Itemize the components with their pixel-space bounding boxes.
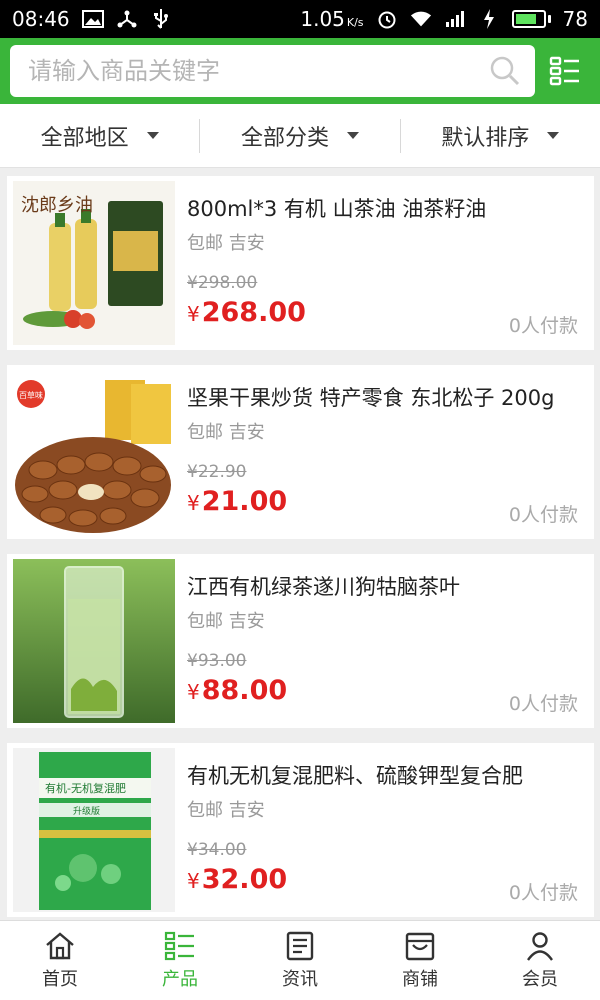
charging-icon xyxy=(478,8,500,30)
nav-shops[interactable]: 商铺 xyxy=(360,921,480,1000)
status-time: 08:46 xyxy=(12,7,70,31)
product-original-price: ¥22.90 xyxy=(187,462,247,482)
svg-text:升级版: 升级版 xyxy=(73,805,100,817)
product-title[interactable]: 有机无机复混肥料、硫酸钾型复合肥 xyxy=(187,760,588,790)
alarm-icon xyxy=(376,8,398,30)
product-info: 坚果干果炒货 特产零食 东北松子 200g 包邮 吉安 ¥22.90 ¥21.0… xyxy=(175,370,588,534)
wifi-icon xyxy=(410,8,432,30)
status-bar: 08:46 1.05 K/s 78 xyxy=(0,0,600,38)
product-info: 有机无机复混肥料、硫酸钾型复合肥 包邮 吉安 ¥34.00 ¥32.00 0人付… xyxy=(175,748,588,912)
product-price: ¥88.00 xyxy=(187,675,288,706)
product-image[interactable]: 百草味 xyxy=(13,370,175,534)
product-price: ¥32.00 xyxy=(187,864,288,895)
product-sold-count: 0人付款 xyxy=(508,315,578,337)
svg-text:沈郎乡油: 沈郎乡油 xyxy=(21,195,93,216)
svg-text:有机-无机复混肥: 有机-无机复混肥 xyxy=(45,781,126,795)
nav-shops-label: 商铺 xyxy=(402,968,438,990)
category-menu-button[interactable] xyxy=(541,45,589,97)
product-title[interactable]: 江西有机绿茶遂川狗牯脑茶叶 xyxy=(187,571,588,601)
search-input[interactable] xyxy=(28,45,489,97)
nav-member[interactable]: 会员 xyxy=(480,921,600,1000)
filter-category[interactable]: 全部分类 xyxy=(199,118,399,153)
share-icon xyxy=(116,8,138,30)
caret-down-icon xyxy=(146,132,159,139)
product-original-price: ¥34.00 xyxy=(187,840,247,860)
product-image[interactable]: 沈郎乡油 xyxy=(13,181,175,345)
filter-region-label: 全部地区 xyxy=(40,125,129,151)
status-right: 1.05 K/s 78 xyxy=(300,7,588,31)
product-original-price: ¥298.00 xyxy=(187,273,258,293)
product-sold-count: 0人付款 xyxy=(508,504,578,526)
product-list: 沈郎乡油 800ml*3 有机 山茶油 油茶籽油 包邮 吉安 ¥298.00 ¥… xyxy=(7,176,594,932)
product-info: 江西有机绿茶遂川狗牯脑茶叶 包邮 吉安 ¥93.00 ¥88.00 0人付款 xyxy=(175,559,588,723)
product-card[interactable]: 百草味 坚果干果炒货 特产零食 东北松子 200g 包邮 吉安 ¥22.90 ¥… xyxy=(7,365,594,539)
nav-products[interactable]: 产品 xyxy=(120,921,240,1000)
product-location: 包邮 吉安 xyxy=(187,422,265,443)
nav-news[interactable]: 资讯 xyxy=(240,921,360,1000)
filter-sort[interactable]: 默认排序 xyxy=(399,118,600,153)
product-location: 包邮 吉安 xyxy=(187,611,265,632)
nav-home-label: 首页 xyxy=(42,968,78,990)
product-sold-count: 0人付款 xyxy=(508,882,578,904)
product-price: ¥268.00 xyxy=(187,297,306,328)
product-card[interactable]: 沈郎乡油 800ml*3 有机 山茶油 油茶籽油 包邮 吉安 ¥298.00 ¥… xyxy=(7,176,594,350)
grid-list-icon xyxy=(164,931,194,960)
product-sold-count: 0人付款 xyxy=(508,693,578,715)
search-icon[interactable] xyxy=(489,55,521,87)
nav-products-label: 产品 xyxy=(162,968,198,990)
product-image[interactable] xyxy=(13,559,175,723)
product-original-price: ¥93.00 xyxy=(187,651,247,671)
svg-text:百草味: 百草味 xyxy=(19,390,43,400)
product-image[interactable]: 有机-无机复混肥 升级版 xyxy=(13,748,175,912)
product-card[interactable]: 有机-无机复混肥 升级版 有机无机复混肥料、硫酸钾型复合肥 包邮 吉安 ¥34.… xyxy=(7,743,594,917)
battery-icon xyxy=(511,10,551,28)
battery-level: 78 xyxy=(562,7,588,31)
bottom-nav: 首页 产品 资讯 商铺 会员 xyxy=(0,920,600,1000)
home-icon xyxy=(46,931,74,959)
news-icon xyxy=(286,931,314,960)
product-title[interactable]: 坚果干果炒货 特产零食 东北松子 200g xyxy=(187,382,588,412)
image-icon xyxy=(81,8,104,30)
nav-member-label: 会员 xyxy=(522,968,558,990)
shop-icon xyxy=(405,932,435,960)
nav-home[interactable]: 首页 xyxy=(0,921,120,1000)
search-box[interactable] xyxy=(10,45,535,97)
caret-down-icon xyxy=(547,132,560,139)
product-price: ¥21.00 xyxy=(187,486,288,517)
product-title[interactable]: 800ml*3 有机 山茶油 油茶籽油 xyxy=(187,193,588,223)
user-icon xyxy=(527,931,553,961)
filter-bar: 全部地区 全部分类 默认排序 xyxy=(0,104,600,168)
filter-region[interactable]: 全部地区 xyxy=(0,119,199,153)
product-location: 包邮 吉安 xyxy=(187,800,265,821)
nav-news-label: 资讯 xyxy=(282,968,318,990)
grid-list-icon xyxy=(549,56,579,86)
caret-down-icon xyxy=(347,132,359,139)
filter-category-label: 全部分类 xyxy=(240,125,329,151)
product-info: 800ml*3 有机 山茶油 油茶籽油 包邮 吉安 ¥298.00 ¥268.0… xyxy=(175,181,588,345)
product-card[interactable]: 江西有机绿茶遂川狗牯脑茶叶 包邮 吉安 ¥93.00 ¥88.00 0人付款 xyxy=(7,554,594,728)
status-left: 08:46 xyxy=(12,7,172,31)
search-header xyxy=(0,38,600,104)
signal-icon xyxy=(444,8,466,30)
usb-icon xyxy=(150,8,172,30)
product-location: 包邮 吉安 xyxy=(187,233,265,254)
filter-sort-label: 默认排序 xyxy=(441,125,530,151)
network-speed: 1.05 K/s xyxy=(300,7,364,31)
